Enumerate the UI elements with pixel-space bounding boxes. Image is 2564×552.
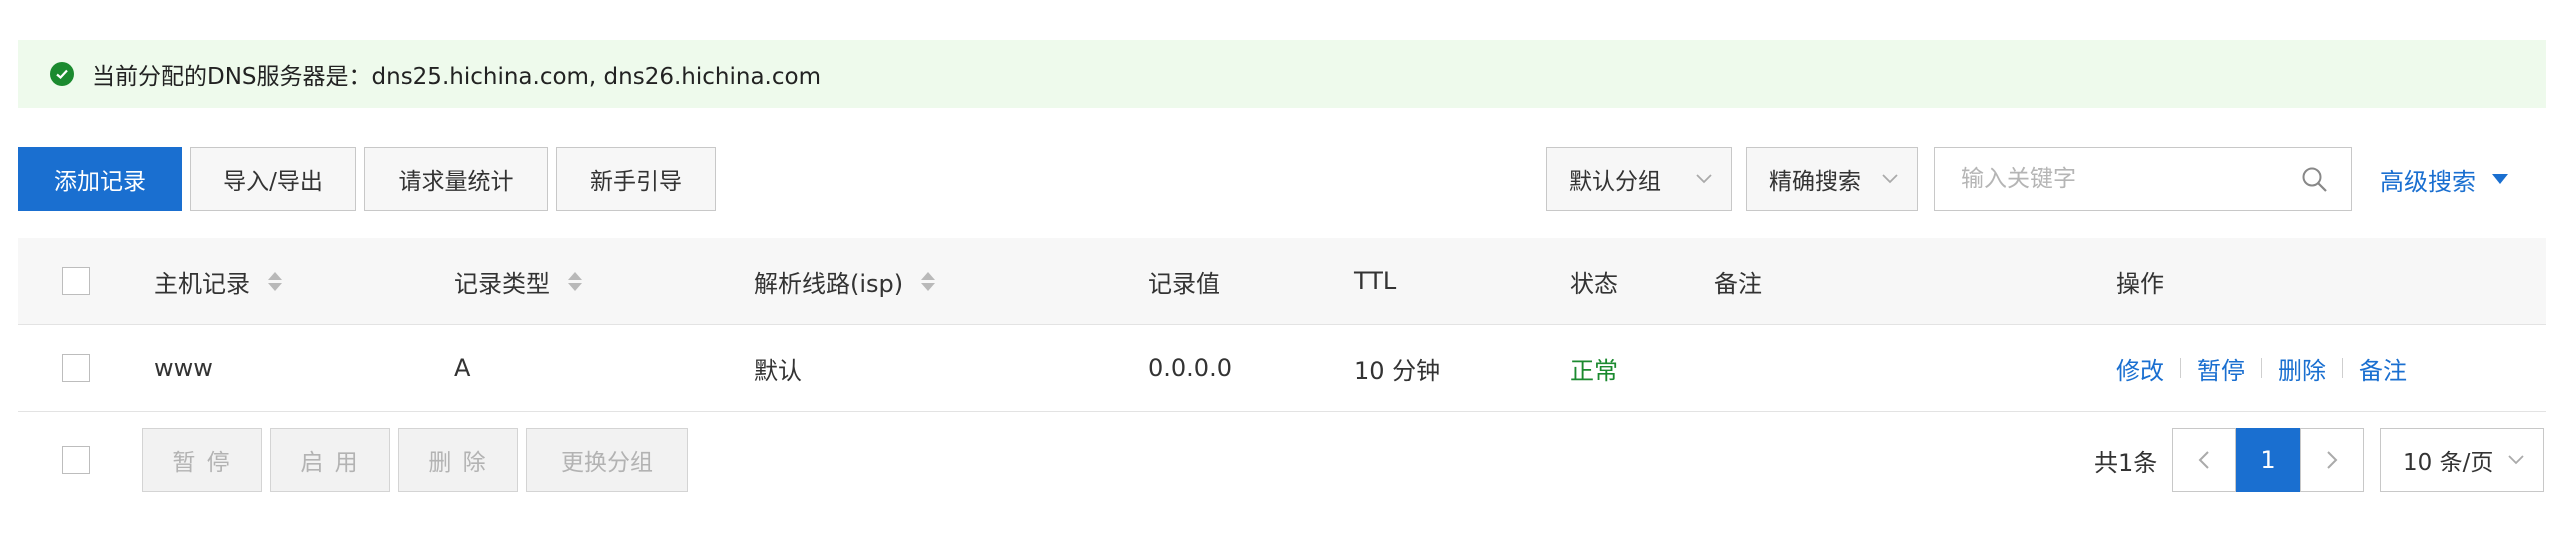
column-header-remark: 备注 bbox=[1714, 269, 1762, 298]
page-button-current[interactable]: 1 bbox=[2236, 428, 2300, 492]
table-header: 主机记录 记录类型 解析线路(isp) 记录值 TTL 状态 备注 操作 bbox=[18, 238, 2546, 325]
group-select[interactable]: 默认分组 bbox=[1546, 147, 1732, 211]
change-group-button[interactable]: 更换分组 bbox=[526, 428, 688, 492]
next-page-button[interactable] bbox=[2300, 428, 2364, 492]
pause-link[interactable]: 暂停 bbox=[2197, 351, 2245, 386]
chevron-left-icon bbox=[2198, 451, 2209, 469]
bulk-delete-button[interactable]: 删 除 bbox=[398, 428, 518, 492]
search-mode-select[interactable]: 精确搜索 bbox=[1746, 147, 1918, 211]
select-all-checkbox[interactable] bbox=[62, 267, 90, 295]
column-header-host[interactable]: 主机记录 bbox=[154, 238, 282, 324]
search-input[interactable] bbox=[1959, 165, 2283, 193]
page-size-select[interactable]: 10 条/页 bbox=[2380, 428, 2544, 492]
edit-link[interactable]: 修改 bbox=[2116, 351, 2164, 386]
keyword-search-box[interactable] bbox=[1934, 147, 2352, 211]
advanced-search-label: 高级搜索 bbox=[2380, 167, 2476, 196]
cell-host: www bbox=[154, 354, 213, 382]
cell-value: 0.0.0.0 bbox=[1148, 354, 1232, 382]
cell-line: 默认 bbox=[754, 356, 802, 385]
import-export-button[interactable]: 导入/导出 bbox=[190, 147, 356, 211]
row-actions: 修改 暂停 删除 备注 bbox=[2116, 325, 2407, 411]
prev-page-button[interactable] bbox=[2172, 428, 2236, 492]
sort-icon[interactable] bbox=[568, 271, 582, 291]
footer-select-all-checkbox[interactable] bbox=[62, 446, 90, 474]
column-header-ttl: TTL bbox=[1354, 267, 1397, 295]
dns-server-notice: 当前分配的DNS服务器是：dns25.hichina.com, dns26.hi… bbox=[18, 40, 2546, 108]
cell-type: A bbox=[454, 354, 471, 382]
chevron-down-icon bbox=[2507, 449, 2525, 477]
beginner-guide-button[interactable]: 新手引导 bbox=[556, 147, 716, 211]
request-stats-button[interactable]: 请求量统计 bbox=[364, 147, 548, 211]
search-mode-value: 精确搜索 bbox=[1769, 169, 1861, 195]
column-header-value: 记录值 bbox=[1148, 269, 1220, 298]
caret-down-icon bbox=[2492, 174, 2508, 184]
column-header-line[interactable]: 解析线路(isp) bbox=[754, 238, 936, 324]
notice-text: 当前分配的DNS服务器是：dns25.hichina.com, dns26.hi… bbox=[92, 64, 821, 90]
page-size-value: 10 条/页 bbox=[2403, 450, 2494, 476]
divider bbox=[2180, 358, 2181, 378]
table-row: www A 默认 0.0.0.0 10 分钟 正常 修改 暂停 删除 备注 bbox=[18, 325, 2546, 412]
column-header-actions: 操作 bbox=[2116, 269, 2164, 298]
sort-icon[interactable] bbox=[268, 271, 282, 291]
check-circle-icon bbox=[50, 62, 74, 86]
chevron-down-icon bbox=[1881, 168, 1899, 196]
column-header-type[interactable]: 记录类型 bbox=[454, 238, 582, 324]
divider bbox=[2342, 358, 2343, 378]
add-record-button[interactable]: 添加记录 bbox=[18, 147, 182, 211]
column-header-status: 状态 bbox=[1570, 269, 1618, 298]
bulk-pause-button[interactable]: 暂 停 bbox=[142, 428, 262, 492]
group-select-value: 默认分组 bbox=[1569, 169, 1661, 195]
remark-link[interactable]: 备注 bbox=[2359, 351, 2407, 386]
chevron-right-icon bbox=[2327, 451, 2338, 469]
delete-link[interactable]: 删除 bbox=[2278, 351, 2326, 386]
cell-ttl: 10 分钟 bbox=[1354, 356, 1441, 385]
row-checkbox[interactable] bbox=[62, 354, 90, 382]
sort-icon[interactable] bbox=[921, 271, 936, 291]
divider bbox=[2261, 358, 2262, 378]
search-icon[interactable] bbox=[2301, 166, 2329, 200]
status-badge: 正常 bbox=[1570, 356, 1618, 385]
advanced-search-toggle[interactable]: 高级搜索 bbox=[2380, 147, 2508, 211]
total-count: 共1条 bbox=[2094, 448, 2158, 477]
chevron-down-icon bbox=[1695, 168, 1713, 196]
bulk-enable-button[interactable]: 启 用 bbox=[270, 428, 390, 492]
